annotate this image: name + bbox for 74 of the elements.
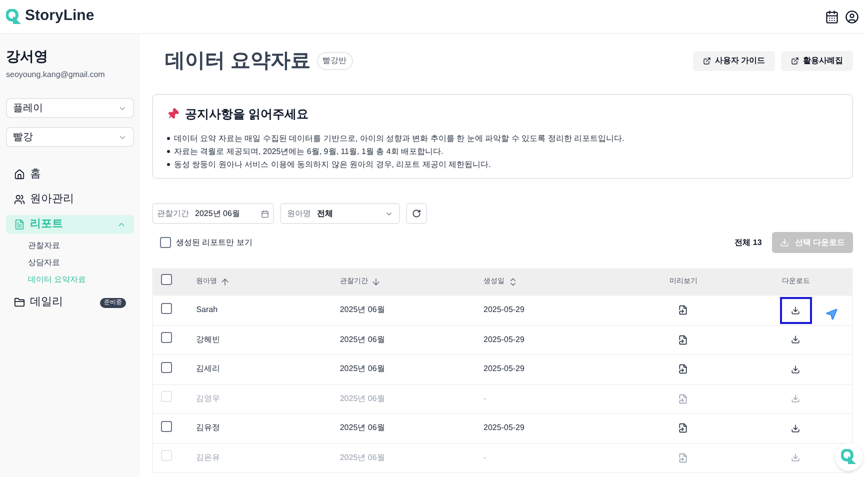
table-cell: 2025-05-29 <box>484 305 524 314</box>
checkbox[interactable] <box>161 332 172 344</box>
calendar-icon[interactable] <box>825 10 839 24</box>
sort-down-icon[interactable] <box>370 277 381 287</box>
preview-icon[interactable] <box>678 423 688 434</box>
checkbox[interactable] <box>161 302 172 314</box>
guide-button[interactable]: 활용사례집 <box>781 51 853 71</box>
table-cell: 2025년 06월 <box>340 394 385 403</box>
download-icon <box>791 394 800 404</box>
nav-icon <box>14 194 25 205</box>
download-button[interactable] <box>780 296 812 324</box>
total-count: 전체 13 <box>734 236 762 248</box>
cursor-icon <box>824 306 839 321</box>
period-field[interactable]: 관찰기간 2025년 06월 <box>152 203 274 224</box>
table-cell: 2025년 06월 <box>340 334 385 344</box>
table-cell: 김유정 <box>196 423 220 432</box>
nav-icon <box>14 219 25 230</box>
class-tag: 빨강반 <box>316 52 353 70</box>
table-cell: 2025-05-29 <box>484 334 524 344</box>
sort-up-icon[interactable] <box>220 277 230 287</box>
external-link-icon <box>791 57 799 65</box>
preview-icon[interactable] <box>678 305 688 316</box>
filter-label: 생성된 리포트만 보기 <box>176 236 252 248</box>
table-cell: 김영우 <box>196 394 220 403</box>
checkbox[interactable] <box>161 362 172 373</box>
download-icon <box>791 453 800 462</box>
notice-title: 공지사항을 읽어주세요 <box>185 106 308 123</box>
nav-item[interactable]: 원아관리 <box>6 190 134 209</box>
table-cell: 2025년 06월 <box>340 452 385 462</box>
child-select[interactable]: 원아명 전체 <box>280 203 400 224</box>
nav-icon <box>14 297 25 308</box>
table-cell: 2025년 06월 <box>340 364 385 374</box>
calendar-icon <box>261 210 269 218</box>
sub-nav-item[interactable]: 관찰자료 <box>28 239 134 252</box>
table-cell: - <box>484 452 486 462</box>
nav-item[interactable]: 홈 <box>6 165 134 184</box>
user-name: 강서영 <box>6 47 49 66</box>
download-icon <box>791 364 800 374</box>
download-icon <box>791 306 800 315</box>
refresh-button[interactable] <box>406 203 427 224</box>
table-cell: - <box>484 394 486 403</box>
table-cell: 강혜빈 <box>196 334 220 344</box>
table-cell: 김세리 <box>196 364 220 374</box>
logo-icon <box>841 449 857 465</box>
sort-icon[interactable] <box>508 277 518 287</box>
refresh-icon <box>412 209 421 218</box>
download-icon <box>791 424 800 433</box>
table-cell: Sarah <box>196 305 218 314</box>
preview-icon[interactable] <box>678 334 688 345</box>
user-icon[interactable] <box>845 10 859 24</box>
select-dropdown[interactable]: 플레이 <box>6 98 134 118</box>
table-cell: 2025-05-29 <box>484 423 524 432</box>
table-cell: 2025년 06월 <box>340 423 385 432</box>
nav-icon <box>14 169 25 180</box>
guide-button[interactable]: 사용자 가이드 <box>692 51 775 71</box>
logo-text: StoryLine <box>25 6 94 26</box>
download-icon <box>791 335 800 344</box>
table-cell: 2025년 06월 <box>340 305 385 314</box>
table-cell: 2025-05-29 <box>484 364 524 374</box>
download-icon <box>780 238 789 247</box>
notice-item: 데이터 요약 자료는 매일 수집된 데이터를 기반으로, 아이의 성향과 변화 추이를 한 눈에 파악할 수 있도록 정리한 리포트입니다. <box>167 133 838 144</box>
user-email: seoyoung.kang@gmail.com <box>6 69 106 81</box>
checkbox[interactable] <box>161 420 172 432</box>
page-title: 데이터 요약자료 <box>165 49 311 74</box>
select-dropdown[interactable]: 빨강 <box>6 127 134 147</box>
sub-nav-item[interactable]: 상담자료 <box>28 256 134 269</box>
notice-item: 동성 쌍둥이 원아나 서비스 이용에 동의하지 않은 원아의 경우, 리포트 제공이 제한됩니다. <box>167 159 838 170</box>
notice-item: 자료는 격월로 제공되며, 2025년에는 6월, 9월, 11월, 1월 총 4회 배포합니다. <box>167 146 838 157</box>
table-cell: 김은유 <box>196 452 220 462</box>
checkbox[interactable] <box>160 237 171 248</box>
external-link-icon <box>702 57 711 65</box>
preview-icon[interactable] <box>678 364 688 374</box>
checkbox[interactable] <box>161 274 172 286</box>
logo-icon <box>6 8 22 24</box>
